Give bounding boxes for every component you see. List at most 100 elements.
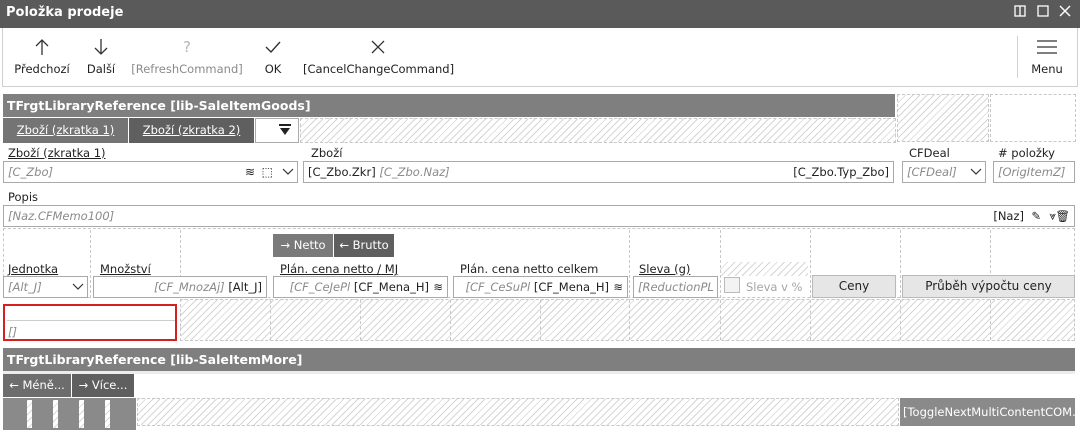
arrow-right-icon: → xyxy=(280,238,291,252)
field-placeholder: [CF_CeJePl xyxy=(289,280,351,294)
arrow-left-icon: ← xyxy=(339,238,349,252)
dropdown-arrow-icon xyxy=(279,124,291,135)
tab-label: Zboží (zkratka 1) xyxy=(16,123,115,137)
vice-button[interactable]: → Více... xyxy=(72,374,134,397)
cancel-button[interactable]: [CancelChangeCommand] xyxy=(303,28,454,86)
cfdeal-field[interactable]: [CFDeal] xyxy=(902,161,986,183)
title-bar: Položka prodeje xyxy=(0,0,1080,28)
grid-line xyxy=(629,300,630,340)
currency-value: [CF_Mena_H] xyxy=(533,280,609,294)
field-divider xyxy=(7,320,175,321)
cena-mj-label: Plán. cena netto / MJ xyxy=(280,262,398,276)
grid-line xyxy=(629,230,630,298)
menu-label: Menu xyxy=(1031,62,1063,76)
chevron-down-icon[interactable] xyxy=(72,277,84,297)
maximize-icon[interactable] xyxy=(1033,4,1053,24)
brutto-button[interactable]: ← Brutto xyxy=(334,234,394,257)
zbozi-code: [C_Zbo.Zkr] xyxy=(308,165,376,179)
hatched-placeholder xyxy=(137,398,899,426)
field-placeholder: [CFDeal] xyxy=(907,165,957,179)
collapsed-columns xyxy=(3,398,136,430)
chevron-down-icon[interactable] xyxy=(970,162,982,182)
menu-button[interactable]: Menu xyxy=(1025,28,1069,86)
pencil-icon[interactable]: ✎ xyxy=(1031,206,1041,226)
close-x-icon xyxy=(303,36,453,58)
netto-label: Netto xyxy=(293,238,326,252)
grid-line xyxy=(900,230,901,298)
next-label: Další xyxy=(86,62,116,76)
field-placeholder: [Naz.CFMemo100] xyxy=(8,209,115,223)
arrow-up-icon xyxy=(11,36,73,58)
hatched-placeholder xyxy=(180,299,1075,341)
trash-icon[interactable]: 🗑 xyxy=(1055,206,1070,226)
grid-line xyxy=(270,300,271,340)
mene-button[interactable]: ← Méně... xyxy=(3,374,71,397)
brutto-label: Brutto xyxy=(352,238,389,252)
jednotka-label: Jednotka xyxy=(8,262,58,276)
column-stub xyxy=(27,400,32,428)
tab-dropdown[interactable] xyxy=(255,118,299,143)
next-button[interactable]: Další xyxy=(83,28,119,86)
tab-zbozi-zkratka-2[interactable]: Zboží (zkratka 2) xyxy=(129,118,254,143)
section-header-goods: TFrgtLibraryReference [lib-SaleItemGoods… xyxy=(3,94,895,117)
grid-line xyxy=(540,300,541,340)
jednotka-field[interactable]: [Alt_J] xyxy=(3,276,88,298)
empty-cell xyxy=(990,94,1076,142)
sleva-pct-checkbox[interactable] xyxy=(724,277,740,293)
ok-button[interactable]: OK xyxy=(258,28,288,86)
tab-zbozi-zkratka-1[interactable]: Zboží (zkratka 1) xyxy=(3,118,128,143)
label-text: Plán. cena netto / MJ xyxy=(280,262,399,276)
previous-button[interactable]: Předchozí xyxy=(11,28,73,86)
netto-button[interactable]: → Netto xyxy=(273,234,333,257)
prubeh-vypoctu-button[interactable]: Průběh výpočtu ceny xyxy=(902,275,1075,298)
hatched-placeholder xyxy=(300,118,896,143)
previous-label: Předchozí xyxy=(14,62,70,76)
column-stub xyxy=(105,400,110,428)
stack-icon[interactable]: ≋ xyxy=(433,277,443,297)
mene-label: Méně... xyxy=(22,378,65,392)
cena-celkem-field[interactable]: [CF_CeSuPl [CF_Mena_H] ≋ xyxy=(453,276,628,298)
grid-line xyxy=(990,300,991,340)
grid-line xyxy=(900,300,901,340)
field-placeholder: [CF_CeSuPl xyxy=(465,280,531,294)
popis-label: Popis xyxy=(8,190,39,204)
highlighted-empty-field[interactable]: [] xyxy=(3,304,177,341)
zbozi-field[interactable]: [C_Zbo.Zkr] [C_Zbo.Naz] [C_Zbo.Typ_Zbo] xyxy=(303,161,894,183)
refresh-button[interactable]: ? [RefreshCommand] xyxy=(131,28,243,86)
window-title: Položka prodeje xyxy=(6,5,124,20)
zbozi-zkratka-field[interactable]: [C_Zbo] ≋ ⬚ xyxy=(3,161,298,183)
polozky-label: # položky xyxy=(998,146,1055,160)
grid-line xyxy=(450,300,451,340)
stack-icon[interactable]: ≋ xyxy=(245,162,255,182)
grid-line xyxy=(720,300,721,340)
field-placeholder: [ReductionPL xyxy=(638,280,714,294)
column-stub xyxy=(79,400,84,428)
tab-label: Zboží (zkratka 2) xyxy=(142,123,241,137)
toggle-next-content-button[interactable]: [ToggleNextMultiContentCOM... xyxy=(900,398,1075,426)
polozky-field[interactable]: [OrigItemZ] xyxy=(993,161,1075,183)
cena-celkem-label: Plán. cena netto celkem xyxy=(460,262,599,276)
currency-value: [CF_Mena_H] xyxy=(353,280,429,294)
restore-icon[interactable] xyxy=(1010,4,1030,24)
section-spacer xyxy=(3,371,1075,374)
cfdeal-label: CFDeal xyxy=(909,146,950,160)
select-icon[interactable]: ⬚ xyxy=(262,162,273,182)
grid-line xyxy=(810,230,811,298)
zbozi-zkratka-label: Zboží (zkratka 1) xyxy=(8,146,106,160)
refresh-label: [RefreshCommand] xyxy=(131,62,243,76)
field-placeholder: [] xyxy=(8,325,17,339)
sleva-field[interactable]: [ReductionPL xyxy=(633,276,718,298)
popis-field[interactable]: [Naz.CFMemo100] [Naz] ✎ ⩔ 🗑 xyxy=(3,205,1075,227)
ceny-button[interactable]: Ceny xyxy=(812,275,896,298)
cena-mj-field[interactable]: [CF_CeJePl [CF_Mena_H] ≋ xyxy=(273,276,448,298)
label-text: Zboží (zkratka 1) xyxy=(8,146,106,160)
arrow-right-icon: → xyxy=(78,378,89,392)
stack-icon[interactable]: ≋ xyxy=(613,277,623,297)
close-icon[interactable] xyxy=(1055,4,1075,24)
label-text: Sleva (g) xyxy=(639,262,691,276)
grid-line xyxy=(360,300,361,340)
mnozstvi-field[interactable]: [CF_MnozAj] [Alt_J] xyxy=(93,276,267,298)
chevron-down-icon[interactable] xyxy=(282,162,294,182)
column-stub xyxy=(53,400,58,428)
field-placeholder: [C_Zbo] xyxy=(8,165,53,179)
